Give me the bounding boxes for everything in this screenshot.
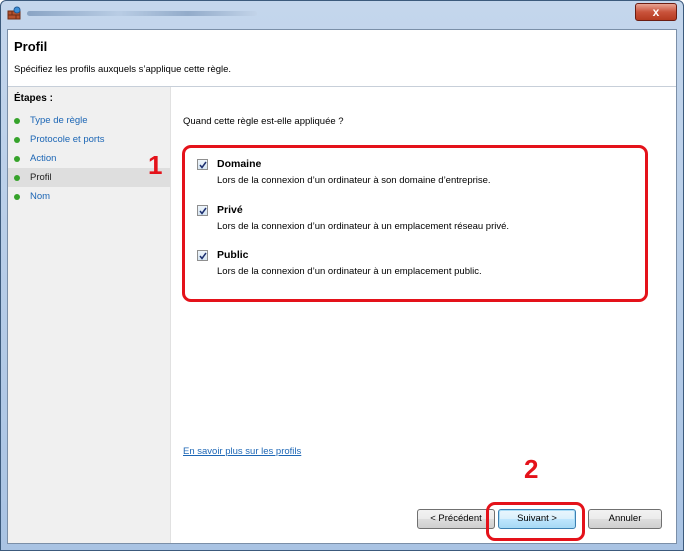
step-bullet-icon — [14, 137, 20, 143]
firewall-app-icon — [7, 6, 21, 20]
wizard-header: Profil Spécifiez les profils auxquels s’… — [8, 30, 676, 87]
options-highlight-box — [182, 145, 648, 302]
next-button-highlight-box — [486, 502, 585, 541]
title-bar[interactable]: x — [1, 1, 683, 27]
step-action[interactable]: Action — [8, 149, 170, 168]
step-bullet-icon — [14, 194, 20, 200]
steps-sidebar: Étapes : Type de règle Protocole et port… — [8, 87, 171, 543]
learn-more-profiles-link[interactable]: En savoir plus sur les profils — [183, 446, 301, 457]
step-profil: Profil — [8, 168, 170, 187]
step-protocole-et-ports[interactable]: Protocole et ports — [8, 130, 170, 149]
window-title — [27, 11, 257, 16]
step-label: Protocole et ports — [30, 134, 105, 145]
step-marker-2: 2 — [524, 454, 539, 484]
question-text: Quand cette règle est-elle appliquée ? — [183, 116, 344, 127]
step-bullet-icon — [14, 118, 20, 124]
step-label: Profil — [30, 172, 52, 183]
previous-button[interactable]: < Précédent — [417, 509, 495, 529]
step-label: Action — [30, 153, 57, 164]
steps-title: Étapes : — [14, 93, 53, 104]
step-nom[interactable]: Nom — [8, 187, 170, 206]
step-label: Nom — [30, 191, 51, 202]
step-marker-1: 1 — [148, 150, 163, 180]
close-button[interactable]: x — [635, 3, 677, 21]
step-type-de-regle[interactable]: Type de règle — [8, 111, 170, 130]
page-description: Spécifiez les profils auxquels s’appliqu… — [14, 64, 232, 75]
step-label: Type de règle — [30, 115, 88, 126]
page-title: Profil — [14, 39, 48, 54]
step-bullet-icon — [14, 175, 20, 181]
step-bullet-icon — [14, 156, 20, 162]
cancel-button[interactable]: Annuler — [588, 509, 662, 529]
